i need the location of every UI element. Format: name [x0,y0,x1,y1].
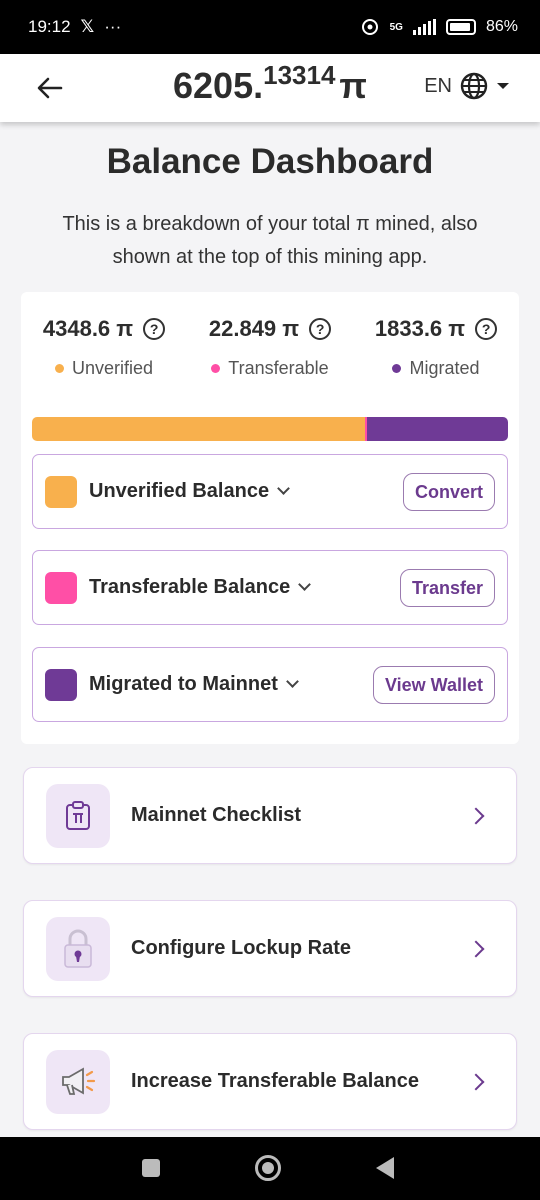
convert-button[interactable]: Convert [402,473,495,511]
color-swatch [45,668,77,701]
system-nav-bar [0,1137,540,1200]
padlock-icon [46,917,110,981]
legend-dot [211,364,221,373]
nav-label: Mainnet Checklist [131,804,302,826]
chevron-right-icon [467,1073,485,1090]
transfer-button[interactable]: Transfer [399,569,495,607]
system-back-button[interactable] [376,1157,394,1179]
legend-dot [54,364,64,373]
language-selector[interactable]: EN [424,72,510,100]
stat-value: 1833.6 π [374,316,466,341]
chevron-down-icon[interactable] [286,675,299,688]
balance-name: Unverified Balance [89,480,270,502]
clipboard-pi-icon [46,784,110,848]
stat-label: Migrated [409,358,480,378]
unverified-balance-row[interactable]: Unverified Balance Convert [32,454,508,529]
status-bar: 19:12 𝕏 ··· 5G 86% [0,0,540,54]
balance-summary-card: 4348.6 π? Unverified 22.849 π? Transfera… [21,292,519,744]
view-wallet-button[interactable]: View Wallet [372,666,495,704]
page-title: Balance Dashboard [106,142,434,181]
stat-value: 4348.6 π [42,316,134,341]
x-logo-icon: 𝕏 [80,17,95,36]
nav-label: Increase Transferable Balance [131,1070,419,1092]
chevron-right-icon [467,807,485,824]
transferable-balance-row[interactable]: Transferable Balance Transfer [32,550,508,625]
stat-unverified: 4348.6 π? Unverified [21,316,187,379]
home-button[interactable] [255,1155,281,1181]
page-subtitle: This is a breakdown of your total π mine… [62,213,478,268]
stat-label: Transferable [228,358,329,378]
network-type: 5G [389,21,403,33]
more-notifications-icon: ··· [104,17,122,36]
language-code: EN [424,74,452,97]
bar-segment-unverified [32,417,366,441]
stat-transferable: 22.849 π? Transferable [187,316,353,379]
caret-down-icon [497,83,509,89]
clock: 19:12 [28,17,71,36]
color-swatch [45,475,77,508]
battery-icon [445,19,476,35]
configure-lockup-card[interactable]: Configure Lockup Rate [23,900,517,997]
nav-label: Configure Lockup Rate [131,937,352,959]
increase-transferable-card[interactable]: Increase Transferable Balance [23,1033,517,1130]
stat-migrated: 1833.6 π? Migrated [353,316,519,379]
app-header: 6205.13314 π EN [0,54,540,122]
chevron-right-icon [467,940,485,957]
recents-button[interactable] [142,1159,160,1177]
link-icon [361,19,378,35]
balance-name: Migrated to Mainnet [89,673,278,695]
battery-percent: 86% [485,18,518,35]
mainnet-checklist-card[interactable]: Mainnet Checklist [23,767,517,864]
migrated-balance-row[interactable]: Migrated to Mainnet View Wallet [32,647,508,722]
color-swatch [45,571,77,604]
globe-icon [460,72,488,100]
chevron-down-icon[interactable] [277,482,290,495]
balance-name: Transferable Balance [89,576,291,598]
legend-dot [392,364,402,373]
chevron-down-icon[interactable] [298,578,312,591]
stat-value: 22.849 π [208,316,300,341]
megaphone-icon [46,1050,110,1114]
help-icon[interactable]: ? [475,318,498,340]
signal-icon [412,19,436,35]
balance-distribution-bar [32,417,508,441]
stat-label: Unverified [71,358,154,378]
help-icon[interactable]: ? [309,318,332,340]
bar-segment-migrated [367,417,508,441]
help-icon[interactable]: ? [143,318,166,340]
